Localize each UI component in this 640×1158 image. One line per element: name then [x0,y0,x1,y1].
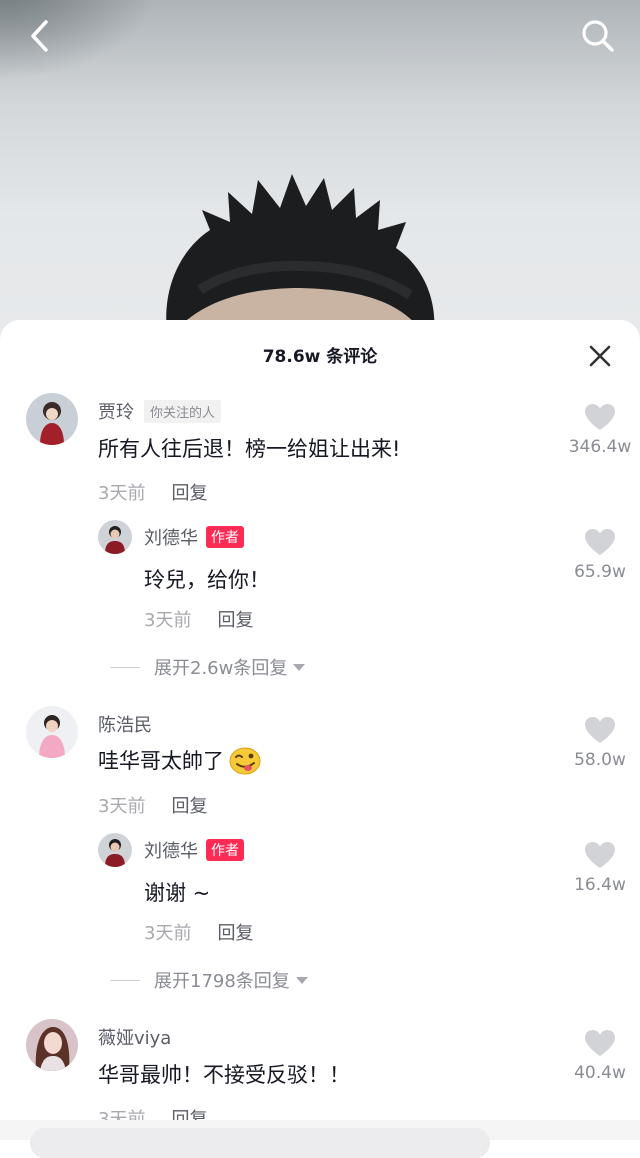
wink-tongue-emoji [229,747,261,775]
like-count: 65.9w [574,562,626,582]
comment-item: 陈浩民 哇华哥太帥了 3天前 回复 58.0w 刘德华 作者 谢谢 ~ 3天前 … [0,703,640,1003]
comment-time: 3天前 [98,796,146,817]
comment-item: 贾玲 你关注的人 所有人往后退！榜一给姐让出来! 3天前 回复 346.4w 刘… [0,390,640,690]
reply-button[interactable]: 回复 [171,479,207,505]
divider-line [110,979,140,981]
chevron-left-icon [31,20,48,52]
back-button[interactable] [18,14,62,58]
comment-username[interactable]: 陈浩民 [98,711,152,737]
comment-input[interactable] [30,1128,490,1158]
comment-text[interactable]: 哇华哥太帥了 [98,745,262,775]
like-button[interactable]: 65.9w [555,528,640,582]
like-button[interactable]: 16.4w [555,841,640,895]
comment-text-content: 哇华哥太帥了 [98,749,224,773]
comment-text[interactable]: 所有人往后退！榜一给姐让出来! [98,433,400,463]
heart-icon [585,1030,615,1056]
like-count: 40.4w [574,1063,626,1083]
reply-button[interactable]: 回复 [171,792,207,818]
comment-time: 3天前 [98,483,146,504]
reply-time: 3天前 [144,610,192,631]
search-icon [582,20,614,52]
comment-username[interactable]: 薇娅viya [98,1024,171,1050]
author-tag: 作者 [206,526,244,548]
avatar-image [98,833,132,867]
avatar[interactable] [26,1019,78,1071]
expand-replies-label: 展开1798条回复 [154,971,290,992]
heart-icon [585,842,615,868]
expand-replies-label: 展开2.6w条回复 [154,658,288,679]
avatar[interactable] [26,706,78,758]
expand-replies-button[interactable]: 展开2.6w条回复 [110,654,306,680]
comments-header: 78.6w 条评论 [0,320,640,390]
like-count: 16.4w [574,875,626,895]
comment-text[interactable]: 华哥最帅！不接受反驳！！ [98,1059,350,1089]
reply-button[interactable]: 回复 [217,606,253,632]
heart-icon [585,529,615,555]
comments-sheet: 78.6w 条评论 贾玲 你关注的人 所有人往后退！榜一给姐让出来! 3天前 回… [0,320,640,1140]
following-tag: 你关注的人 [144,399,222,423]
author-tag: 作者 [206,839,244,861]
avatar[interactable] [26,393,78,445]
close-comments-button[interactable] [586,342,614,370]
close-icon [589,345,611,367]
heart-icon [585,404,615,430]
avatar-image [26,706,78,758]
caret-down-icon [293,663,306,671]
comment-username[interactable]: 贾玲 [98,398,134,424]
reply-avatar[interactable] [98,833,132,867]
avatar-image [26,1019,78,1071]
like-count: 346.4w [568,437,632,457]
reply-button[interactable]: 回复 [217,919,253,945]
comment-input-bar[interactable] [0,1120,640,1158]
avatar-image [98,520,132,554]
comment-count-title: 78.6w 条评论 [262,347,378,367]
reply-username[interactable]: 刘德华 [144,524,198,550]
reply-text[interactable]: 玲兒，给你！ [144,564,270,594]
like-button[interactable]: 40.4w [555,1029,640,1083]
divider-line [110,666,140,668]
search-button[interactable] [576,14,620,58]
avatar-image [26,393,78,445]
video-player[interactable] [0,0,640,360]
like-count: 58.0w [574,750,626,770]
reply-avatar[interactable] [98,520,132,554]
reply-username[interactable]: 刘德华 [144,837,198,863]
reply-time: 3天前 [144,923,192,944]
like-button[interactable]: 346.4w [555,403,640,457]
reply-text[interactable]: 谢谢 ~ [144,877,210,907]
like-button[interactable]: 58.0w [555,716,640,770]
expand-replies-button[interactable]: 展开1798条回复 [110,967,308,993]
caret-down-icon [295,976,308,984]
heart-icon [585,717,615,743]
